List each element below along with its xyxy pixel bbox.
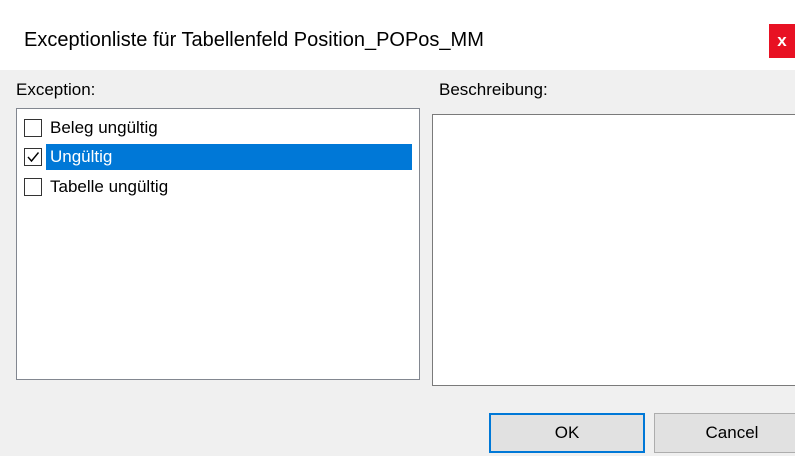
description-label: Beschreibung:: [439, 80, 548, 99]
exception-dialog: Exceptionliste für Tabellenfeld Position…: [0, 0, 795, 456]
description-textarea[interactable]: [432, 114, 795, 386]
close-button[interactable]: x: [769, 24, 795, 58]
list-item-beleg-ungueltig[interactable]: Beleg ungültig: [17, 113, 419, 143]
list-item-tabelle-ungueltig[interactable]: Tabelle ungültig: [17, 172, 419, 202]
checkmark-icon: [27, 152, 40, 163]
window-title: Exceptionliste für Tabellenfeld Position…: [24, 29, 484, 51]
cancel-button[interactable]: Cancel: [654, 413, 795, 453]
ok-button[interactable]: OK: [489, 413, 645, 453]
list-item-label: Beleg ungültig: [50, 118, 158, 137]
exception-label: Exception:: [16, 80, 96, 99]
checkbox-tabelle-ungueltig[interactable]: [24, 178, 42, 196]
exception-list[interactable]: Beleg ungültig Ungültig Tabelle ungültig: [16, 108, 420, 380]
list-item-ungueltig[interactable]: Ungültig: [17, 142, 419, 172]
title-bar: Exceptionliste für Tabellenfeld Position…: [0, 0, 795, 70]
checkbox-ungueltig[interactable]: [24, 148, 42, 166]
list-item-label: Tabelle ungültig: [50, 177, 169, 196]
checkbox-beleg-ungueltig[interactable]: [24, 119, 42, 137]
list-item-label: Ungültig: [46, 144, 412, 170]
close-icon: x: [777, 31, 787, 50]
